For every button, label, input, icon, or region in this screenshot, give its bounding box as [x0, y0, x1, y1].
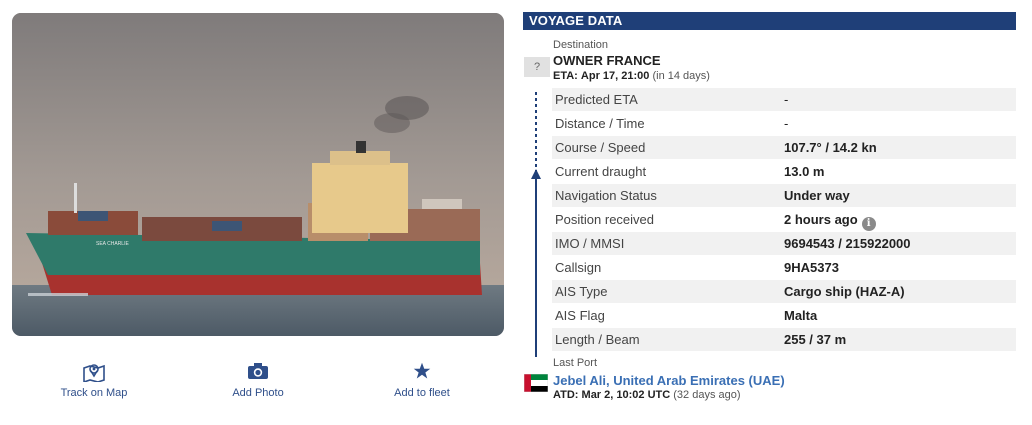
row-value: - [784, 116, 789, 131]
row-label: Navigation Status [555, 188, 657, 203]
eta-line: ETA: Apr 17, 21:00 (in 14 days) [553, 70, 710, 82]
row-value: Cargo ship (HAZ-A) [784, 284, 905, 299]
last-port-link[interactable]: Jebel Ali, United Arab Emirates (UAE) [553, 373, 785, 388]
row-value: 2 hours ago [784, 212, 858, 227]
atd-relative: (32 days ago) [673, 389, 741, 401]
track-on-map-button[interactable]: Track on Map [39, 362, 149, 399]
eta-label: ETA: [553, 70, 578, 82]
map-pin-icon [39, 362, 149, 384]
row-label: AIS Type [555, 284, 608, 299]
voyage-data-panel: VOYAGE DATA Destination ? OWNER FRANCE E… [523, 12, 1016, 417]
row-value: 9HA5373 [784, 260, 839, 275]
panel-title: VOYAGE DATA [523, 12, 1016, 30]
table-row: Position received 2 hours ago i [552, 207, 1016, 231]
route-dotted-line [535, 92, 537, 177]
atd-value: Mar 2, 10:02 UTC [581, 389, 671, 401]
table-row: AIS Type Cargo ship (HAZ-A) [552, 279, 1016, 303]
table-row: Course / Speed 107.7° / 14.2 kn [552, 135, 1016, 159]
table-row: Length / Beam 255 / 37 m [552, 327, 1016, 351]
atd-line: ATD: Mar 2, 10:02 UTC (32 days ago) [553, 389, 741, 401]
add-to-fleet-button[interactable]: Add to fleet [367, 362, 477, 399]
row-label: Course / Speed [555, 140, 646, 155]
route-solid-line [535, 175, 537, 357]
destination-unknown-badge: ? [524, 57, 550, 77]
row-value-wrap: 2 hours ago i [784, 208, 1016, 231]
track-on-map-label: Track on Map [60, 387, 128, 399]
row-value: 107.7° / 14.2 kn [784, 140, 877, 155]
eta-value: Apr 17, 21:00 [580, 70, 650, 82]
row-value: - [784, 92, 789, 107]
uae-flag-icon [524, 374, 548, 392]
table-row: AIS Flag Malta [552, 303, 1016, 327]
row-label: AIS Flag [555, 308, 605, 323]
row-value: 13.0 m [784, 164, 825, 179]
table-row: IMO / MMSI 9694543 / 215922000 [552, 231, 1016, 255]
row-label: Position received [555, 212, 654, 227]
voyage-table: Predicted ETA - Distance / Time - Course… [552, 87, 1016, 351]
row-label: Distance / Time [555, 116, 645, 131]
camera-icon [203, 362, 313, 384]
destination-value: OWNER FRANCE [553, 53, 661, 68]
table-row: Predicted ETA - [552, 87, 1016, 111]
row-label: Length / Beam [555, 332, 640, 347]
add-to-fleet-label: Add to fleet [394, 387, 450, 399]
row-value: Malta [784, 308, 818, 323]
hull-name: SEA CHARLIE [96, 241, 129, 247]
last-port-label: Last Port [553, 357, 598, 369]
table-row: Callsign 9HA5373 [552, 255, 1016, 279]
table-row: Distance / Time - [552, 111, 1016, 135]
eta-relative: (in 14 days) [652, 70, 710, 82]
destination-label: Destination [553, 39, 609, 51]
add-photo-button[interactable]: Add Photo [203, 362, 313, 399]
row-label: Predicted ETA [555, 92, 638, 107]
vessel-photo[interactable]: SEA CHARLIE [12, 13, 504, 336]
row-value: 9694543 / 215922000 [784, 236, 911, 251]
row-value: Under way [784, 188, 850, 203]
route-arrow-icon [531, 169, 541, 179]
add-photo-label: Add Photo [232, 387, 284, 399]
info-icon[interactable]: i [861, 217, 876, 231]
star-icon [367, 362, 477, 384]
row-label: Callsign [555, 260, 602, 275]
row-label: IMO / MMSI [555, 236, 625, 251]
row-value: 255 / 37 m [784, 332, 847, 347]
table-row: Current draught 13.0 m [552, 159, 1016, 183]
row-label: Current draught [555, 164, 647, 179]
table-row: Navigation Status Under way [552, 183, 1016, 207]
atd-label: ATD: [553, 389, 579, 401]
